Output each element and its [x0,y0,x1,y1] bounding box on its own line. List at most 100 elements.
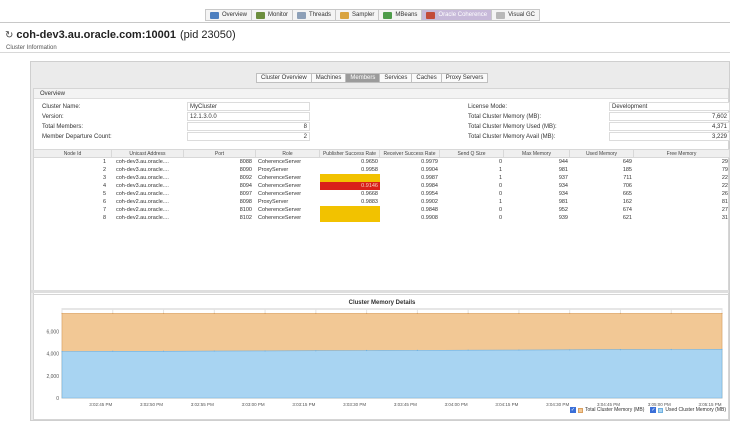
table-cell: 8102 [239,215,252,221]
checkbox-checked-icon[interactable]: ✓ [650,407,657,413]
table-cell: CoherenceServer [258,215,302,221]
table-cell: ProxyServer [258,199,289,205]
table-cell: 0.9668 [361,191,378,197]
coherence-icon [426,11,436,19]
toolbar-tab-mbeans[interactable]: MBeans [378,9,422,21]
series-point [670,348,672,351]
cluster-memory-label: Total Cluster Memory (MB): [468,114,542,120]
checkbox-checked-icon[interactable]: ✓ [569,407,576,413]
table-cell: 937 [558,175,568,181]
column-header[interactable]: Send Q Size [440,150,504,158]
column-header[interactable]: Port [184,150,256,158]
overview-panel: Overview Cluster Name: MyCluster Version… [33,88,730,310]
table-row[interactable]: 1 coh-dev3.au.oracle.... 8088 CoherenceServ… [34,158,730,166]
split-pane-divider[interactable] [31,290,729,293]
app-title: ↻ coh-dev3.au.oracle.com:10001 (pid 2305… [5,29,236,41]
table-row[interactable]: 2 coh-dev3.au.oracle.... 8090 ProxyServer 0.… [34,166,730,174]
table-row[interactable]: 3 coh-dev3.au.oracle.... 8092 CoherenceServ… [34,174,730,182]
toolbar-tab-oracle-coherence[interactable]: Oracle Coherence [421,9,492,21]
table-cell: 0 [498,215,502,221]
legend-label: Used Cluster Memory (MB) [665,407,726,413]
table-cell: 0.9904 [421,167,438,173]
tab-caches[interactable]: Caches [411,73,441,83]
legend-item[interactable]: ✓ Total Cluster Memory (MB) [569,407,644,413]
table-cell: 0.9883 [361,199,378,205]
total-members-label: Total Members: [42,124,84,130]
column-header[interactable]: Used Memory [570,150,634,158]
column-header[interactable]: Max Memory [504,150,570,158]
total-members-value: 8 [187,122,310,131]
cluster-memory-avail-value: 3,229 [609,132,730,141]
table-cell: CoherenceServer [258,183,302,189]
table-row[interactable]: 4 coh-dev3.au.oracle.... 8094 CoherenceServ… [34,182,730,190]
x-tick-label: 3:03:30 PM [343,402,366,407]
cluster-memory-used-value: 4,371 [609,122,730,131]
table-cell: 0.9954 [421,191,438,197]
table-cell: CoherenceServer [258,159,302,165]
table-cell: 5 [102,191,106,197]
y-tick-label: 4,000 [46,352,59,358]
toolbar-tab-threads[interactable]: Threads [292,9,336,21]
table-cell: 952 [558,207,568,213]
table-cell: coh-dev3.au.oracle.... [116,175,169,181]
column-header[interactable]: Unicast Address [112,150,184,158]
refresh-icon[interactable]: ↻ [5,30,13,41]
table-row[interactable]: 8 coh-dev2.au.oracle.... 8102 CoherenceServ… [34,214,730,222]
license-label: License Mode: [468,104,508,110]
legend-item[interactable]: ✓ Used Cluster Memory (MB) [650,407,726,413]
column-header[interactable]: Receiver Success Rate [380,150,440,158]
overview-heading: Overview [34,89,728,99]
toolbar-tab-label: Monitor [268,12,289,18]
members-table-header: Node Id Unicast Address Port Role Publisher … [34,149,730,158]
x-tick-label: 3:03:45 PM [394,402,417,407]
toolbar-tab-overview[interactable]: Overview [205,9,252,21]
cluster-memory-used-label: Total Cluster Memory Used (MB): [468,124,557,130]
table-cell: 706 [622,183,632,189]
toolbar-tab-sampler[interactable]: Sampler [335,9,379,21]
tab-cluster-overview[interactable]: Cluster Overview [256,73,311,83]
table-cell: coh-dev3.au.oracle.... [116,183,169,189]
monitor-icon [256,11,266,19]
series-point [619,349,622,351]
x-tick-label: 3:03:15 PM [292,402,315,407]
cluster-memory-avail-label: Total Cluster Memory Avail (MB): [468,134,556,140]
table-cell: CoherenceServer [258,207,302,213]
x-tick-label: 3:02:45 PM [89,402,112,407]
column-header[interactable]: Role [256,150,320,158]
column-header[interactable]: Free Memory [634,150,730,158]
legend-swatch [577,407,583,413]
table-row[interactable]: 5 coh-dev2.au.oracle.... 8097 CoherenceServ… [34,190,730,198]
tab-proxy-servers[interactable]: Proxy Servers [440,73,489,83]
table-cell: coh-dev2.au.oracle.... [116,215,169,221]
table-cell: 649 [622,159,632,165]
tab-members[interactable]: Members [345,73,380,83]
toolbar-tab-visual-gc[interactable]: Visual GC [491,9,541,21]
table-cell: 0.9902 [421,199,438,205]
series-point [416,312,418,315]
table-cell: ProxyServer [258,167,289,173]
table-row[interactable]: 7 coh-dev2.au.oracle.... 8100 CoherenceServ… [34,206,730,214]
tab-services[interactable]: Services [379,73,412,83]
table-cell: 934 [558,191,568,197]
version-value: 12.1.3.0.0 [187,112,310,121]
table-cell: 934 [558,183,568,189]
table-cell: 29 [721,159,728,165]
tab-machines[interactable]: Machines [310,73,346,83]
toolbar: Overview Monitor Threads Sampler MBeans Oracl… [0,0,730,23]
y-tick-label: 0 [56,396,59,402]
table-cell: CoherenceServer [258,175,302,181]
coherence-panel: Cluster Overview Machines Members Services C… [30,61,730,421]
table-cell: 162 [622,199,632,205]
table-cell: 1 [498,167,502,173]
series-point [467,312,469,315]
series-point [569,312,571,315]
host-address: coh-dev3.au.oracle.com:10001 [16,29,176,41]
memory-area-chart: 0 2,000 4,000 6,000 3:02:45 PM 3:02:50 PM 3:02… [46,308,723,407]
process-id: (pid 23050) [179,29,236,41]
table-row[interactable]: 6 coh-dev2.au.oracle.... 8098 ProxyServer 0.… [34,198,730,206]
column-header[interactable]: Publisher Success Rate [320,150,380,158]
column-header[interactable]: Node Id [34,150,112,158]
table-cell: 8094 [239,183,252,189]
series-point [518,349,520,351]
toolbar-tab-monitor[interactable]: Monitor [251,9,293,21]
